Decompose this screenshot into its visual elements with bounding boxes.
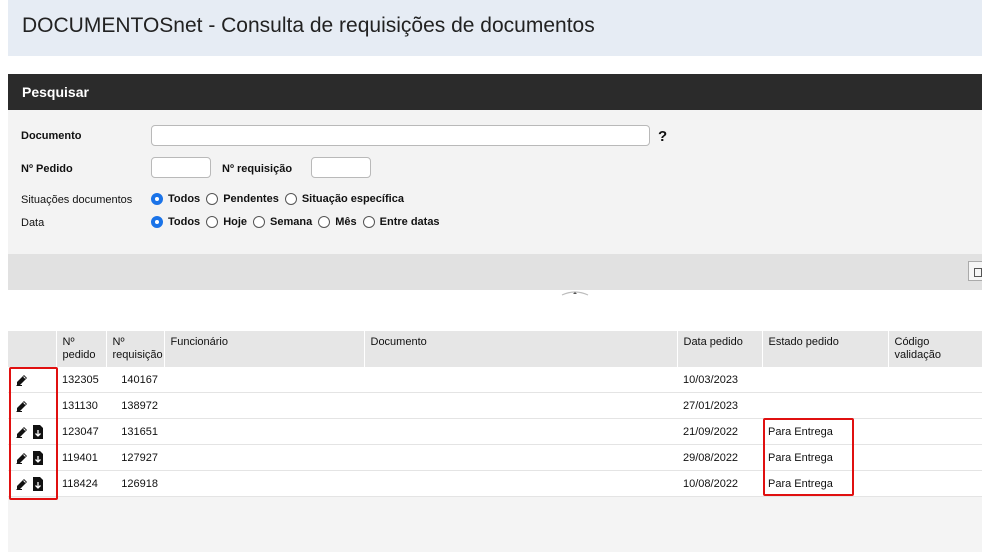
cell-document: [364, 418, 677, 445]
date-option-todos[interactable]: Todos: [151, 216, 200, 228]
order-number-input[interactable]: [151, 157, 211, 178]
radio-icon[interactable]: [206, 216, 219, 228]
date-option-mes[interactable]: Mês: [318, 216, 357, 228]
collapse-arrow-icon[interactable]: [560, 290, 590, 296]
column-header-document[interactable]: Documento: [364, 331, 678, 367]
search-panel-title: Pesquisar: [22, 84, 89, 100]
column-header-actions: [8, 331, 57, 367]
date-option-entre-datas[interactable]: Entre datas: [362, 216, 440, 228]
cell-order-number: 119401: [56, 444, 106, 471]
cell-document: [364, 444, 677, 471]
cell-validation-code: [888, 392, 982, 419]
cell-requisition-number: 126918: [106, 470, 164, 497]
actions-highlight-box: [9, 367, 58, 500]
cell-requisition-number: 131651: [106, 418, 164, 445]
cell-document: [364, 367, 677, 393]
cell-order-date: 27/01/2023: [677, 392, 762, 419]
column-header-order[interactable]: Nº pedido: [56, 331, 107, 367]
document-input[interactable]: [151, 125, 650, 146]
column-header-employee[interactable]: Funcionário: [164, 331, 365, 367]
cell-order-date: 29/08/2022: [677, 444, 762, 471]
window-titlebar: DOCUMENTOSnet - Consulta de requisições …: [8, 0, 982, 56]
cell-validation-code: [888, 367, 982, 393]
cell-order-number: 131130: [56, 392, 106, 419]
table-row[interactable]: 131130 138972 27/01/2023: [8, 392, 982, 419]
radio-checked-icon[interactable]: [151, 216, 163, 228]
cell-requisition-number: 127927: [106, 444, 164, 471]
requisition-number-input[interactable]: [311, 157, 371, 178]
radio-icon[interactable]: [206, 193, 219, 205]
cell-employee: [164, 444, 364, 471]
cell-employee: [164, 367, 364, 393]
situation-option-especifica[interactable]: Situação específica: [284, 193, 404, 205]
situation-label: Situações documentos: [21, 194, 133, 206]
cell-requisition-number: 138972: [106, 392, 164, 419]
date-option-semana[interactable]: Semana: [253, 216, 312, 228]
search-button[interactable]: [968, 261, 982, 281]
date-radio-group: Todos Hoje Semana Mês Entre datas: [151, 216, 446, 228]
cell-order-date: 21/09/2022: [677, 418, 762, 445]
column-header-order-date[interactable]: Data pedido: [677, 331, 763, 367]
help-icon[interactable]: ?: [658, 128, 667, 145]
cell-employee: [164, 392, 364, 419]
cell-employee: [164, 418, 364, 445]
radio-icon[interactable]: [362, 216, 375, 228]
page-title: DOCUMENTOSnet - Consulta de requisições …: [22, 14, 595, 37]
search-toolbar: [8, 254, 982, 290]
table-row[interactable]: 132305 140167 10/03/2023: [8, 367, 982, 393]
column-header-requisition[interactable]: Nº requisição: [106, 331, 165, 367]
cell-order-status: [762, 367, 888, 393]
radio-icon[interactable]: [253, 216, 266, 228]
search-panel-header[interactable]: Pesquisar: [8, 74, 982, 110]
cell-validation-code: [888, 470, 982, 497]
radio-checked-icon[interactable]: [151, 193, 163, 205]
cell-document: [364, 392, 677, 419]
cell-order-number: 132305: [56, 367, 106, 393]
table-header-row: Nº pedido Nº requisição Funcionário Docu…: [8, 331, 982, 367]
cell-validation-code: [888, 418, 982, 445]
cell-order-number: 118424: [56, 470, 106, 497]
date-label: Data: [21, 217, 45, 229]
cell-employee: [164, 470, 364, 497]
search-panel: Documento ? Nº Pedido Nº requisição Situ…: [8, 110, 982, 254]
column-header-order-status[interactable]: Estado pedido: [762, 331, 889, 367]
radio-icon[interactable]: [318, 216, 331, 228]
cell-order-status: [762, 392, 888, 419]
cell-order-number: 123047: [56, 418, 106, 445]
cell-validation-code: [888, 444, 982, 471]
situation-radio-group: Todos Pendentes Situação específica: [151, 193, 410, 205]
document-label: Documento: [21, 130, 82, 142]
situation-option-pendentes[interactable]: Pendentes: [206, 193, 279, 205]
cell-document: [364, 470, 677, 497]
cell-order-date: 10/03/2023: [677, 367, 762, 393]
cell-requisition-number: 140167: [106, 367, 164, 393]
cell-order-date: 10/08/2022: [677, 470, 762, 497]
date-option-hoje[interactable]: Hoje: [206, 216, 247, 228]
order-number-label: Nº Pedido: [21, 163, 73, 175]
column-header-validation-code[interactable]: Código validação: [888, 331, 982, 367]
requisition-number-label: Nº requisição: [222, 163, 293, 175]
radio-icon[interactable]: [284, 193, 297, 205]
status-highlight-box: [763, 418, 854, 496]
situation-option-todos[interactable]: Todos: [151, 193, 200, 205]
